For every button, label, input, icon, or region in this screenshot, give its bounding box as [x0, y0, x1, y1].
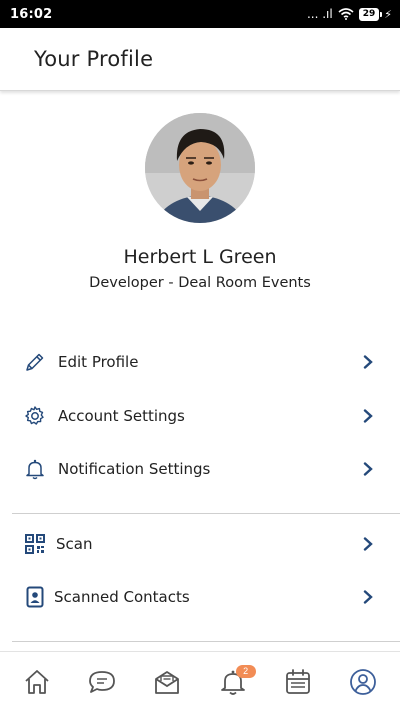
nav-mail[interactable] [145, 660, 189, 704]
nav-calendar[interactable] [276, 660, 320, 704]
menu-item-account-settings[interactable]: Account Settings [0, 390, 400, 442]
nav-notifications[interactable]: 2 [211, 660, 256, 704]
section-divider [12, 641, 400, 642]
battery-level: 29 [358, 7, 380, 21]
section-divider [12, 513, 400, 514]
status-bar: 16:02 ... .ıl 29 ⚡ [0, 0, 400, 28]
pencil-icon [24, 351, 46, 373]
chevron-right-icon [363, 537, 373, 551]
menu-label: Edit Profile [58, 353, 139, 371]
avatar[interactable] [145, 113, 255, 223]
chevron-right-icon [363, 590, 373, 604]
menu-item-scan[interactable]: Scan [0, 518, 400, 570]
battery-icon: 29 ⚡ [358, 7, 392, 21]
charging-icon: ⚡ [384, 7, 392, 21]
calendar-icon [286, 668, 310, 694]
menu-item-scanned-contacts[interactable]: Scanned Contacts [0, 571, 400, 623]
wifi-icon [338, 5, 354, 24]
bottom-nav: 2 [0, 651, 400, 711]
home-icon [25, 669, 49, 694]
page-title: Your Profile [34, 47, 154, 71]
app-header: Your Profile [0, 28, 400, 91]
chevron-right-icon [363, 409, 373, 423]
chat-icon [89, 670, 115, 693]
nav-chat[interactable] [80, 660, 124, 704]
mail-icon [155, 670, 180, 694]
profile-icon [350, 668, 377, 695]
avatar-photo [145, 113, 255, 223]
menu-label: Account Settings [58, 407, 185, 425]
profile-name: Herbert L Green [123, 246, 277, 268]
status-time: 16:02 [10, 6, 53, 22]
menu-label: Scanned Contacts [54, 588, 190, 606]
menu-label: Scan [56, 535, 93, 553]
chevron-right-icon [363, 355, 373, 369]
bell-icon [24, 458, 46, 480]
profile-role: Developer - Deal Room Events [89, 275, 311, 291]
chevron-right-icon [363, 462, 373, 476]
qr-code-icon [24, 533, 46, 555]
status-icons: ... .ıl 29 ⚡ [307, 5, 392, 24]
nav-home[interactable] [15, 660, 59, 704]
nav-profile[interactable] [341, 660, 385, 704]
contact-card-icon [24, 586, 46, 608]
menu-item-edit-profile[interactable]: Edit Profile [0, 336, 400, 388]
notification-badge: 2 [235, 664, 256, 678]
gear-icon [24, 405, 46, 427]
menu-item-notification-settings[interactable]: Notification Settings [0, 443, 400, 495]
signal-icon: ... .ıl [306, 7, 333, 21]
menu-label: Notification Settings [58, 460, 211, 478]
